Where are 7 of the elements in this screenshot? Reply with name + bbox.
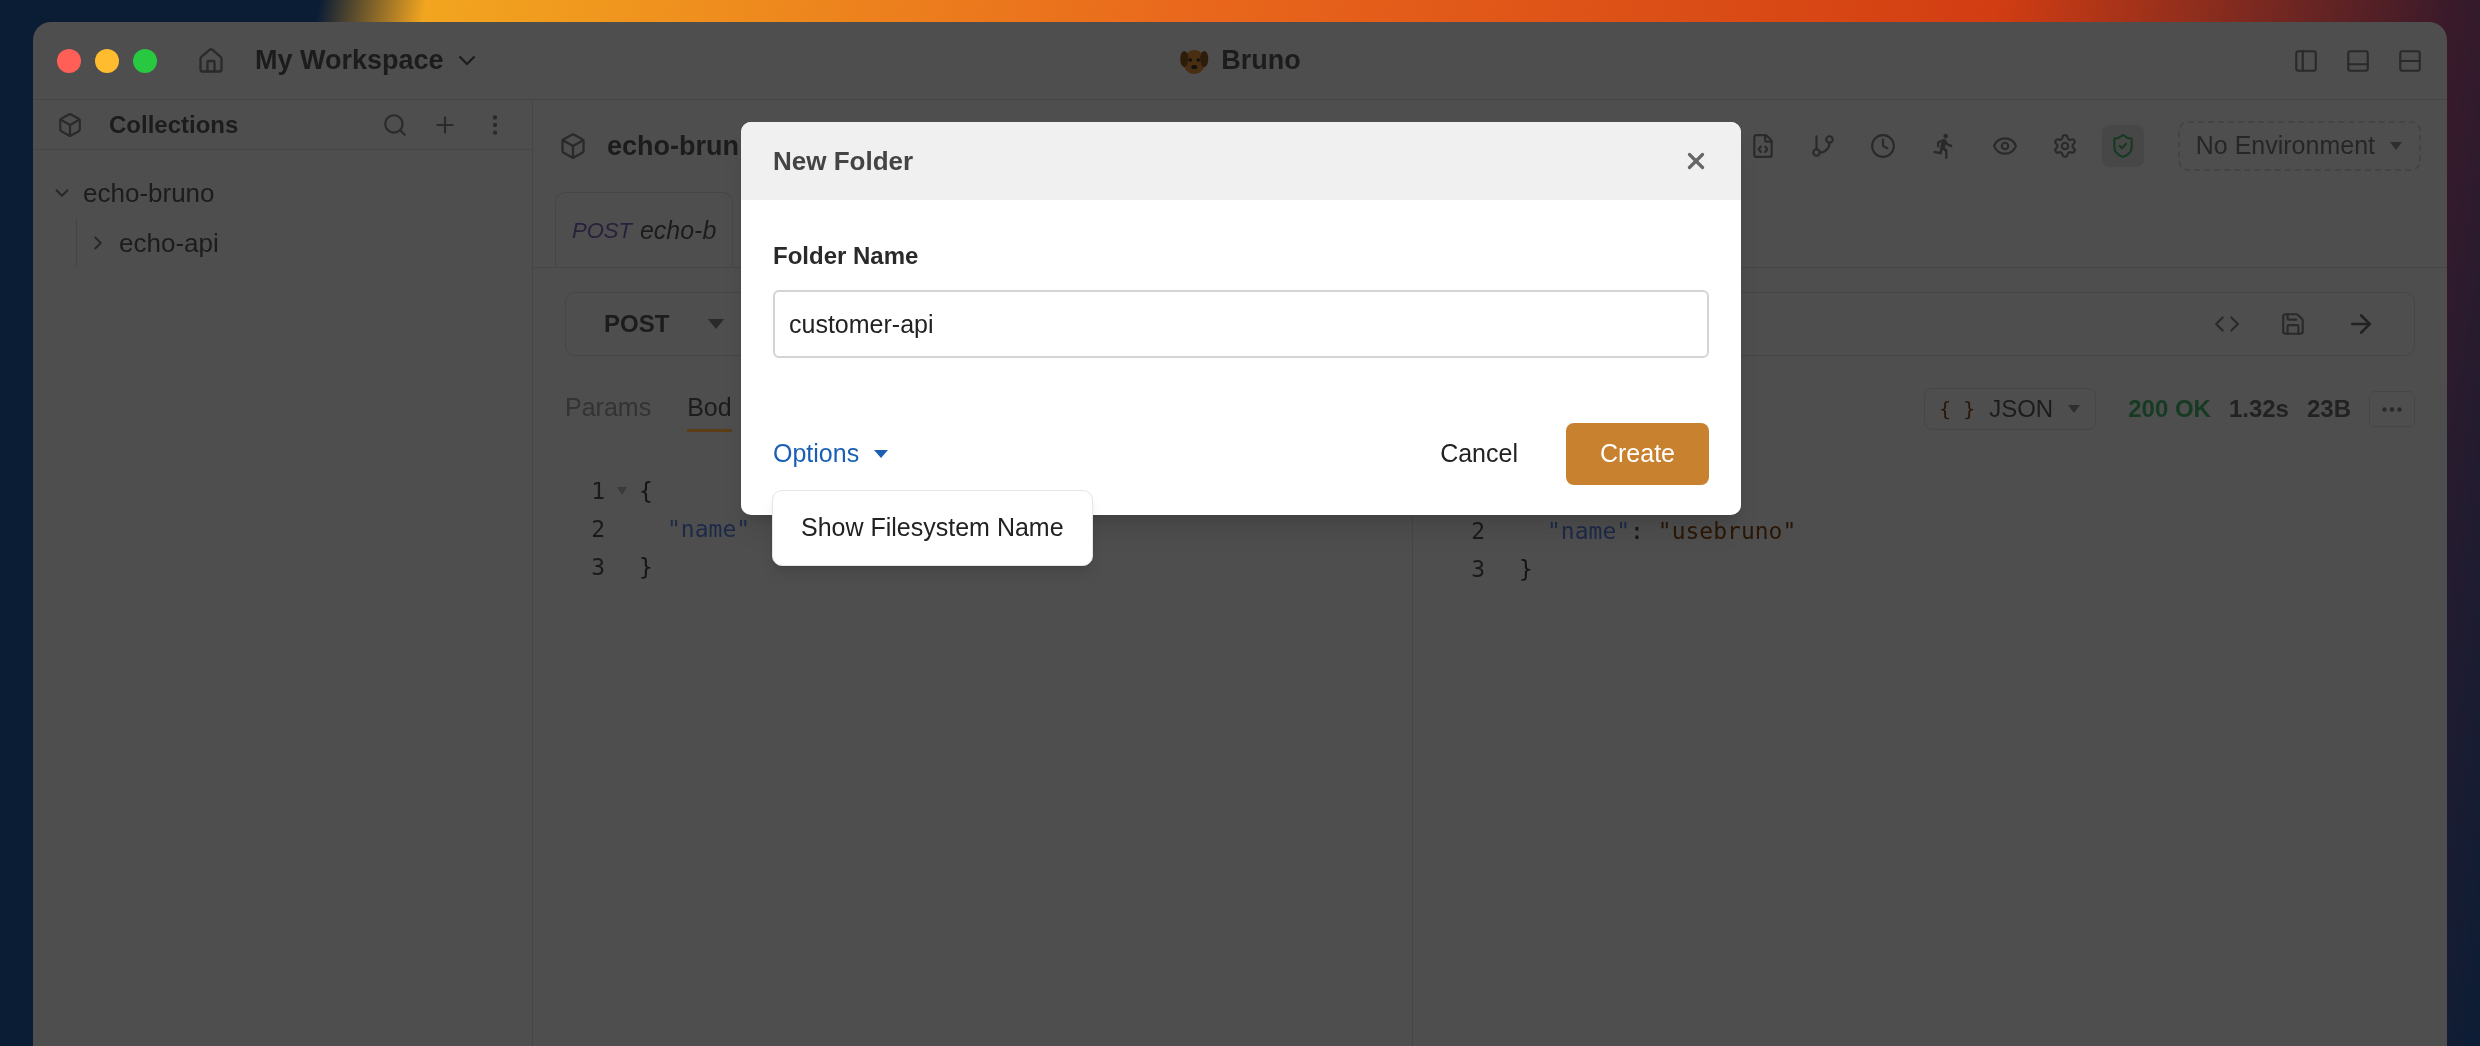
dialog-title: New Folder [773,144,914,178]
code-line: } [1519,556,1533,582]
field-label: Folder Name [773,241,920,271]
braces-label: { } [1939,396,1976,423]
code-line: { [639,478,653,504]
code-line: } [639,554,653,580]
status-code: 200 OK [2128,394,2211,424]
